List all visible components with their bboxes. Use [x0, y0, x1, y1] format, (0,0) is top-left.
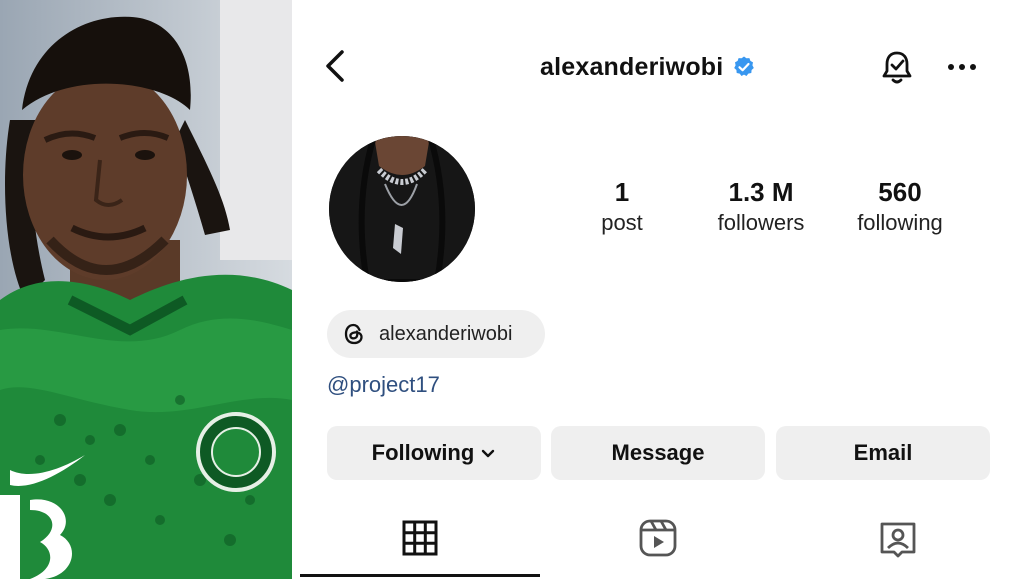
stat-posts-label: post [601, 210, 643, 235]
stat-followers-label: followers [717, 210, 805, 235]
stat-followers[interactable]: 1.3 M followers [691, 176, 831, 238]
more-horizontal-icon[interactable] [942, 52, 982, 82]
threads-icon [344, 323, 363, 345]
following-button-label: Following [371, 440, 475, 465]
bell-check-icon[interactable] [877, 47, 917, 87]
stat-following-value: 560 [878, 177, 922, 207]
stat-following[interactable]: 560 following [830, 176, 970, 238]
grid-icon [402, 520, 438, 556]
profile-username-header: alexanderiwobi [540, 48, 756, 86]
player-photo [0, 0, 292, 579]
chevron-down-icon [482, 449, 495, 458]
threads-handle: alexanderiwobi [379, 322, 513, 345]
reels-icon [639, 519, 677, 557]
stat-following-label: following [857, 210, 943, 235]
username-text: alexanderiwobi [540, 52, 724, 81]
threads-badge[interactable]: alexanderiwobi [327, 310, 545, 358]
profile-panel: alexanderiwobi 1 post 1.3 M followers 56… [292, 0, 1024, 579]
message-button-label: Message [611, 440, 705, 465]
chevron-left-icon[interactable] [318, 46, 358, 86]
tab-tagged[interactable] [778, 512, 1018, 579]
message-button[interactable]: Message [551, 426, 765, 480]
email-button[interactable]: Email [776, 426, 990, 480]
stat-posts-value: 1 [614, 177, 630, 207]
tab-reels[interactable] [538, 512, 778, 579]
verified-badge-icon [734, 56, 755, 76]
tab-grid[interactable] [300, 512, 540, 579]
avatar[interactable] [329, 136, 475, 282]
following-button[interactable]: Following [327, 426, 541, 480]
tagged-icon [880, 522, 916, 558]
email-button-label: Email [853, 440, 913, 465]
stat-posts[interactable]: 1 post [552, 176, 692, 238]
active-tab-indicator [300, 574, 540, 577]
bio-link[interactable]: @project17 [327, 372, 440, 398]
stat-followers-value: 1.3 M [728, 177, 794, 207]
